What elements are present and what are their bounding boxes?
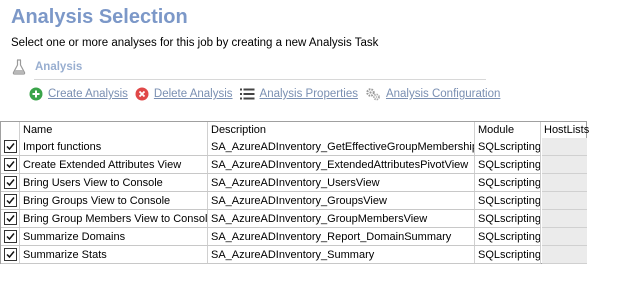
row-checkbox[interactable] [4, 248, 17, 261]
gears-icon [366, 88, 380, 101]
table-row[interactable]: Summarize Domains SA_AzureADInventory_Rep… [1, 228, 587, 246]
table-row[interactable]: Bring Groups View to Console SA_AzureADIn… [1, 192, 587, 210]
row-checkbox[interactable] [4, 176, 17, 189]
grid-header: Name Description Module HostLists [1, 122, 589, 138]
row-checkbox[interactable] [4, 194, 17, 207]
check-icon [6, 197, 15, 205]
delete-analysis-button[interactable]: Delete Analysis [135, 87, 233, 101]
cell-name: Summarize Stats [23, 249, 107, 261]
cell-description: SA_AzureADInventory_GetEffectiveGroupMem… [211, 141, 474, 153]
check-icon [6, 161, 15, 169]
check-icon [6, 143, 15, 151]
column-header-name[interactable]: Name [20, 122, 208, 138]
cell-hostlists[interactable] [542, 138, 587, 156]
plus-circle-icon [29, 87, 43, 101]
toolbar: Create Analysis Delete Analysis Analysis… [29, 86, 507, 102]
column-header-hostlists[interactable]: HostLists [541, 122, 589, 138]
page-subtitle: Select one or more analyses for this job… [11, 37, 379, 49]
analysis-properties-button[interactable]: Analysis Properties [239, 88, 358, 100]
column-header-description[interactable]: Description [208, 122, 475, 138]
cell-hostlists[interactable] [542, 228, 587, 246]
cell-description: SA_AzureADInventory_GroupMembersView [211, 213, 428, 225]
table-row[interactable]: Bring Group Members View to Console SA_Az… [1, 210, 587, 228]
analysis-configuration-button[interactable]: Analysis Configuration [365, 87, 500, 101]
row-divider [542, 263, 587, 264]
row-checkbox[interactable] [4, 212, 17, 225]
cell-module: SQLscripting [478, 195, 540, 207]
column-header-module[interactable]: Module [475, 122, 541, 138]
table-row[interactable]: Import functions SA_AzureADInventory_GetE… [1, 138, 587, 156]
flask-icon [12, 59, 26, 75]
table-row[interactable]: Bring Users View to Console SA_AzureADInv… [1, 174, 587, 192]
cell-hostlists[interactable] [542, 246, 587, 264]
cell-name: Summarize Domains [23, 231, 126, 243]
check-icon [6, 251, 15, 259]
row-checkbox[interactable] [4, 140, 17, 153]
x-circle-icon [135, 87, 149, 101]
row-checkbox[interactable] [4, 230, 17, 243]
check-icon [6, 215, 15, 223]
page-title: Analysis Selection [11, 6, 188, 28]
check-icon [6, 233, 15, 241]
cell-name: Bring Users View to Console [23, 177, 163, 189]
table-row[interactable]: Create Extended Attributes View SA_AzureA… [1, 156, 587, 174]
cell-module: SQLscripting [478, 249, 540, 261]
cell-module: SQLscripting [478, 177, 540, 189]
cell-description: SA_AzureADInventory_Summary [211, 249, 375, 261]
cell-description: SA_AzureADInventory_Report_DomainSummary [211, 231, 452, 243]
delete-analysis-label[interactable]: Delete Analysis [154, 88, 233, 100]
cell-name: Bring Group Members View to Console [23, 213, 207, 225]
cell-name: Create Extended Attributes View [23, 159, 182, 171]
cell-module: SQLscripting [478, 159, 540, 171]
list-icon [239, 88, 255, 100]
cell-module: SQLscripting [478, 231, 540, 243]
cell-hostlists[interactable] [542, 156, 587, 174]
create-analysis-label[interactable]: Create Analysis [48, 88, 128, 100]
cell-hostlists[interactable] [542, 174, 587, 192]
cell-name: Bring Groups View to Console [23, 195, 171, 207]
cell-hostlists[interactable] [542, 210, 587, 228]
cell-name: Import functions [23, 141, 102, 153]
cell-description: SA_AzureADInventory_ExtendedAttributesPi… [211, 159, 469, 171]
analysis-grid: Name Description Module HostLists Import… [0, 121, 589, 264]
analysis-properties-label[interactable]: Analysis Properties [260, 88, 358, 100]
row-divider [1, 263, 541, 264]
analysis-configuration-label[interactable]: Analysis Configuration [386, 88, 500, 100]
cell-module: SQLscripting [478, 213, 540, 225]
table-row[interactable]: Summarize Stats SA_AzureADInventory_Summa… [1, 246, 587, 264]
check-icon [6, 179, 15, 187]
create-analysis-button[interactable]: Create Analysis [29, 87, 128, 101]
cell-description: SA_AzureADInventory_UsersView [211, 177, 380, 189]
section-label: Analysis [35, 61, 83, 73]
row-checkbox[interactable] [4, 158, 17, 171]
section-divider [34, 79, 486, 80]
cell-hostlists[interactable] [542, 192, 587, 210]
cell-description: SA_AzureADInventory_GroupsView [211, 195, 387, 207]
cell-module: SQLscripting [478, 141, 540, 153]
